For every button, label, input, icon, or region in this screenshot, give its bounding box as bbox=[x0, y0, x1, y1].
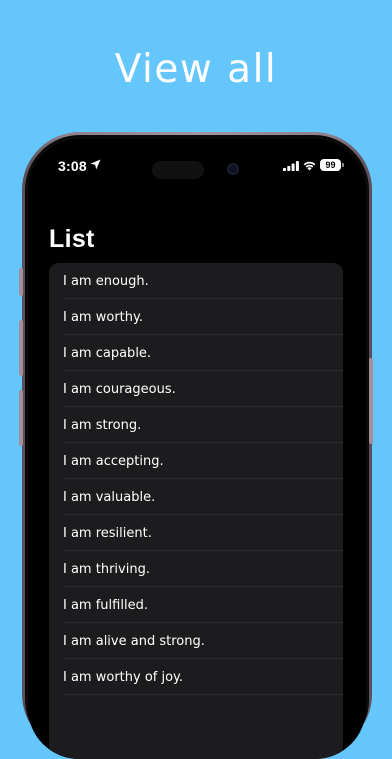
wifi-icon bbox=[303, 161, 316, 171]
list-item-label: I am accepting. bbox=[63, 453, 164, 469]
list-item[interactable]: I am fulfilled. bbox=[49, 587, 343, 623]
list-item[interactable]: I am thriving. bbox=[49, 551, 343, 587]
promo-headline: View all bbox=[114, 47, 278, 92]
list-item-label: I am worthy of joy. bbox=[63, 669, 184, 685]
list-item[interactable]: I am courageous. bbox=[49, 371, 343, 407]
battery-level: 99 bbox=[325, 160, 336, 170]
list-item[interactable]: I am resilient. bbox=[49, 515, 343, 551]
action-button bbox=[19, 268, 23, 296]
status-bar: 3:08 99 bbox=[28, 139, 366, 193]
cellular-signal-icon bbox=[283, 161, 299, 171]
list-item-label: I am fulfilled. bbox=[63, 597, 148, 613]
list-item-label: I am alive and strong. bbox=[63, 633, 205, 649]
battery-cap bbox=[342, 163, 344, 167]
volume-down-button bbox=[19, 390, 23, 446]
page-title: List bbox=[49, 225, 95, 253]
affirmation-list: I am enough. I am worthy. I am capable. … bbox=[49, 263, 343, 759]
list-item[interactable]: I am worthy of joy. bbox=[49, 659, 343, 695]
list-item-label: I am capable. bbox=[63, 345, 152, 361]
list-item[interactable]: I am valuable. bbox=[49, 479, 343, 515]
list-item-label: I am resilient. bbox=[63, 525, 152, 541]
list-item[interactable]: I am strong. bbox=[49, 407, 343, 443]
front-camera-icon bbox=[227, 163, 239, 175]
list-item-label: I am courageous. bbox=[63, 381, 176, 397]
list-item-label: I am worthy. bbox=[63, 309, 143, 325]
dynamic-island bbox=[152, 161, 204, 179]
list-item[interactable]: I am alive and strong. bbox=[49, 623, 343, 659]
list-item[interactable]: I am capable. bbox=[49, 335, 343, 371]
location-arrow-icon bbox=[90, 159, 101, 170]
volume-up-button bbox=[19, 320, 23, 376]
list-item[interactable]: I am worthy. bbox=[49, 299, 343, 335]
list-item-label: I am enough. bbox=[63, 273, 149, 289]
status-time: 3:08 bbox=[58, 158, 87, 174]
list-item[interactable]: I am accepting. bbox=[49, 443, 343, 479]
list-item-label: I am strong. bbox=[63, 417, 142, 433]
list-item-label: I am thriving. bbox=[63, 561, 150, 577]
battery-icon: 99 bbox=[320, 159, 341, 171]
phone-screen: 3:08 99 List I am enough. I am worthy. I… bbox=[28, 139, 366, 759]
power-button bbox=[369, 358, 373, 444]
list-item[interactable]: I am enough. bbox=[49, 263, 343, 299]
list-item-label: I am valuable. bbox=[63, 489, 156, 505]
